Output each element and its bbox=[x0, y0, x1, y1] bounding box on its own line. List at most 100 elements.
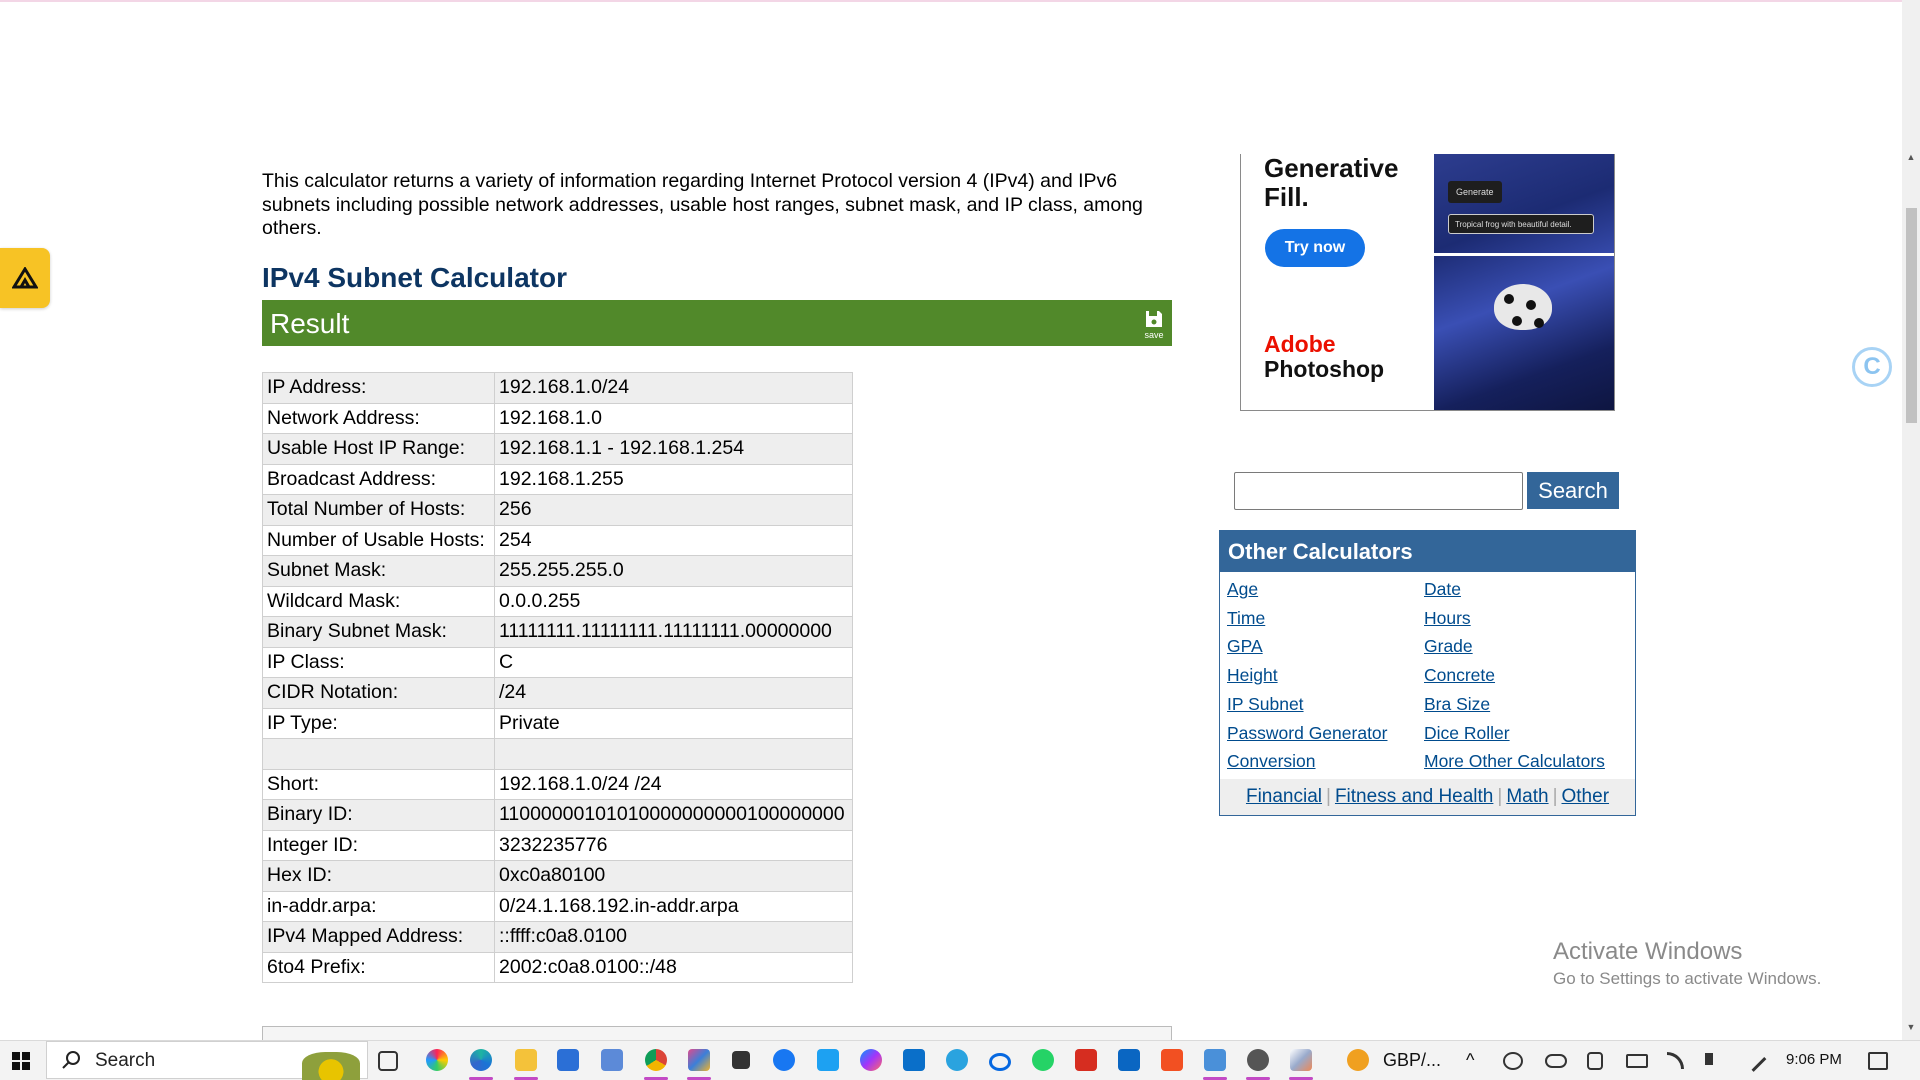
result-label-cell: Network Address: bbox=[262, 402, 495, 434]
save-button[interactable]: save bbox=[1142, 310, 1166, 340]
windows-start-icon[interactable] bbox=[12, 1052, 30, 1070]
page-scrollbar[interactable]: ▲ ▼ bbox=[1902, 0, 1920, 1040]
result-value-cell: 192.168.1.255 bbox=[494, 463, 853, 495]
pdf-app-icon[interactable] bbox=[1075, 1049, 1097, 1071]
ad-prompt-box: Tropical frog with beautiful detail. bbox=[1448, 214, 1594, 234]
file-explorer-icon[interactable] bbox=[515, 1049, 537, 1071]
calculator-link[interactable]: IP Subnet bbox=[1227, 694, 1304, 715]
calculator-link[interactable]: Dice Roller bbox=[1424, 723, 1510, 744]
calculator-link[interactable]: Height bbox=[1227, 665, 1278, 686]
result-value-cell: 192.168.1.0 bbox=[494, 402, 853, 434]
calculator-link[interactable]: Conversion bbox=[1227, 751, 1316, 772]
scroll-down-arrow-icon[interactable]: ▼ bbox=[1902, 1022, 1920, 1038]
chrome-icon[interactable] bbox=[645, 1049, 667, 1071]
remote-desktop-icon[interactable] bbox=[903, 1049, 925, 1071]
activate-windows-watermark: Activate Windows Go to Settings to activ… bbox=[1553, 938, 1821, 992]
show-hidden-icons-icon[interactable]: ^ bbox=[1466, 1041, 1474, 1079]
result-value-cell: 11000000101010000000000100000000 bbox=[494, 799, 853, 831]
settings-icon[interactable] bbox=[1247, 1049, 1269, 1071]
calculator-link[interactable]: Age bbox=[1227, 579, 1258, 600]
app-icon[interactable] bbox=[601, 1049, 623, 1071]
edge-icon[interactable] bbox=[470, 1049, 492, 1071]
photos-icon[interactable] bbox=[688, 1049, 710, 1071]
facebook-icon[interactable] bbox=[773, 1049, 795, 1071]
result-value-cell bbox=[494, 738, 853, 770]
ad-headline: Generative Fill. bbox=[1264, 154, 1398, 212]
twitter-icon[interactable] bbox=[817, 1049, 839, 1071]
search-button[interactable]: Search bbox=[1527, 472, 1619, 509]
category-link[interactable]: Financial bbox=[1246, 786, 1322, 807]
ad-brand-1: Adobe bbox=[1264, 331, 1336, 357]
extension-badge[interactable] bbox=[0, 248, 50, 308]
category-link[interactable]: Fitness and Health bbox=[1335, 786, 1493, 807]
taskbar-search-box[interactable]: Search bbox=[46, 1041, 368, 1080]
table-row: IP Type: Private bbox=[262, 707, 853, 739]
pen-icon[interactable] bbox=[1741, 1047, 1767, 1072]
ad-try-now-button[interactable]: Try now bbox=[1265, 229, 1365, 267]
battery-icon[interactable] bbox=[1626, 1054, 1648, 1068]
whatsapp-icon[interactable] bbox=[1032, 1049, 1054, 1071]
category-link[interactable]: Other bbox=[1562, 786, 1610, 807]
calculator-link[interactable]: Concrete bbox=[1424, 665, 1495, 686]
calculator-link[interactable]: Password Generator bbox=[1227, 723, 1388, 744]
calculator-link[interactable]: GPA bbox=[1227, 636, 1263, 657]
side-extension-icon[interactable]: C bbox=[1852, 347, 1892, 387]
table-row: Binary ID: 110000001010100000000001000000… bbox=[262, 799, 853, 831]
device-icon[interactable] bbox=[1587, 1052, 1603, 1070]
table-row: Number of Usable Hosts: 254 bbox=[262, 524, 853, 556]
meta-icon[interactable] bbox=[989, 1053, 1011, 1071]
recorder-icon[interactable] bbox=[1161, 1049, 1183, 1071]
notifications-icon[interactable] bbox=[1868, 1052, 1888, 1070]
table-row: Short: 192.168.1.0/24 /24 bbox=[262, 768, 853, 800]
onedrive-icon[interactable] bbox=[1545, 1054, 1567, 1068]
calculator-link[interactable]: Time bbox=[1227, 608, 1265, 629]
table-row: 6to4 Prefix: 2002:c0a8.0100::/48 bbox=[262, 951, 853, 983]
messenger-icon[interactable] bbox=[860, 1049, 882, 1071]
store-icon[interactable] bbox=[557, 1049, 579, 1071]
calculator-link[interactable]: More Other Calculators bbox=[1424, 751, 1605, 772]
terminal-icon[interactable] bbox=[732, 1051, 750, 1069]
calculator-link[interactable]: Hours bbox=[1424, 608, 1471, 629]
table-row: Usable Host IP Range: 192.168.1.1 - 192.1… bbox=[262, 433, 853, 465]
result-label-cell: Integer ID: bbox=[262, 829, 495, 861]
linkedin-icon[interactable] bbox=[1118, 1049, 1140, 1071]
result-value-cell: C bbox=[494, 646, 853, 678]
currency-widget-label[interactable]: GBP/... bbox=[1383, 1041, 1441, 1079]
result-label-cell: 6to4 Prefix: bbox=[262, 951, 495, 983]
advertisement[interactable]: Generative Fill. Try now Adobe Photoshop… bbox=[1240, 154, 1615, 411]
currency-widget-icon[interactable] bbox=[1347, 1049, 1369, 1071]
browser-top-edge bbox=[0, 0, 1902, 2]
network-off-icon[interactable] bbox=[1503, 1052, 1523, 1070]
result-value-cell: 254 bbox=[494, 524, 853, 556]
calculator-link[interactable]: Bra Size bbox=[1424, 694, 1490, 715]
calculator-link[interactable]: Date bbox=[1424, 579, 1461, 600]
paint-icon[interactable] bbox=[1290, 1049, 1312, 1071]
calculator-link[interactable]: Grade bbox=[1424, 636, 1473, 657]
calculator-title: IPv4 Subnet Calculator bbox=[262, 262, 567, 293]
taskbar: Search GBP/... ^ 9:06 PM bbox=[0, 1040, 1920, 1080]
result-value-cell: 255.255.255.0 bbox=[494, 555, 853, 587]
table-row: IPv4 Mapped Address:::ffff:c0a8.0100 bbox=[262, 921, 853, 953]
scroll-up-arrow-icon[interactable]: ▲ bbox=[1902, 152, 1920, 168]
clock[interactable]: 9:06 PM bbox=[1786, 1041, 1842, 1079]
scroll-thumb[interactable] bbox=[1906, 208, 1917, 423]
ad-image: Generate Tropical frog with beautiful de… bbox=[1434, 154, 1614, 410]
copilot-icon[interactable] bbox=[426, 1049, 448, 1071]
volume-icon[interactable] bbox=[1705, 1053, 1723, 1065]
wifi-icon[interactable] bbox=[1667, 1052, 1684, 1069]
activate-windows-subtitle: Go to Settings to activate Windows. bbox=[1553, 969, 1822, 988]
table-row: Network Address: 192.168.1.0 bbox=[262, 402, 853, 434]
save-icon bbox=[1146, 311, 1162, 327]
category-link[interactable]: Math bbox=[1506, 786, 1548, 807]
telegram-icon[interactable] bbox=[946, 1049, 968, 1071]
ad-headline-2: Fill. bbox=[1264, 182, 1309, 212]
task-view-icon[interactable] bbox=[378, 1051, 398, 1071]
search-input[interactable] bbox=[1234, 472, 1523, 510]
result-label-cell: Number of Usable Hosts: bbox=[262, 524, 495, 556]
frog-image bbox=[1484, 284, 1564, 338]
result-label-cell: Subnet Mask: bbox=[262, 555, 495, 587]
ad-text-panel: Generative Fill. Try now Adobe Photoshop bbox=[1241, 154, 1434, 410]
result-value-cell: 192.168.1.1 - 192.168.1.254 bbox=[494, 433, 853, 465]
table-row: Total Number of Hosts: 256 bbox=[262, 494, 853, 526]
screen-app-icon[interactable] bbox=[1204, 1049, 1226, 1071]
